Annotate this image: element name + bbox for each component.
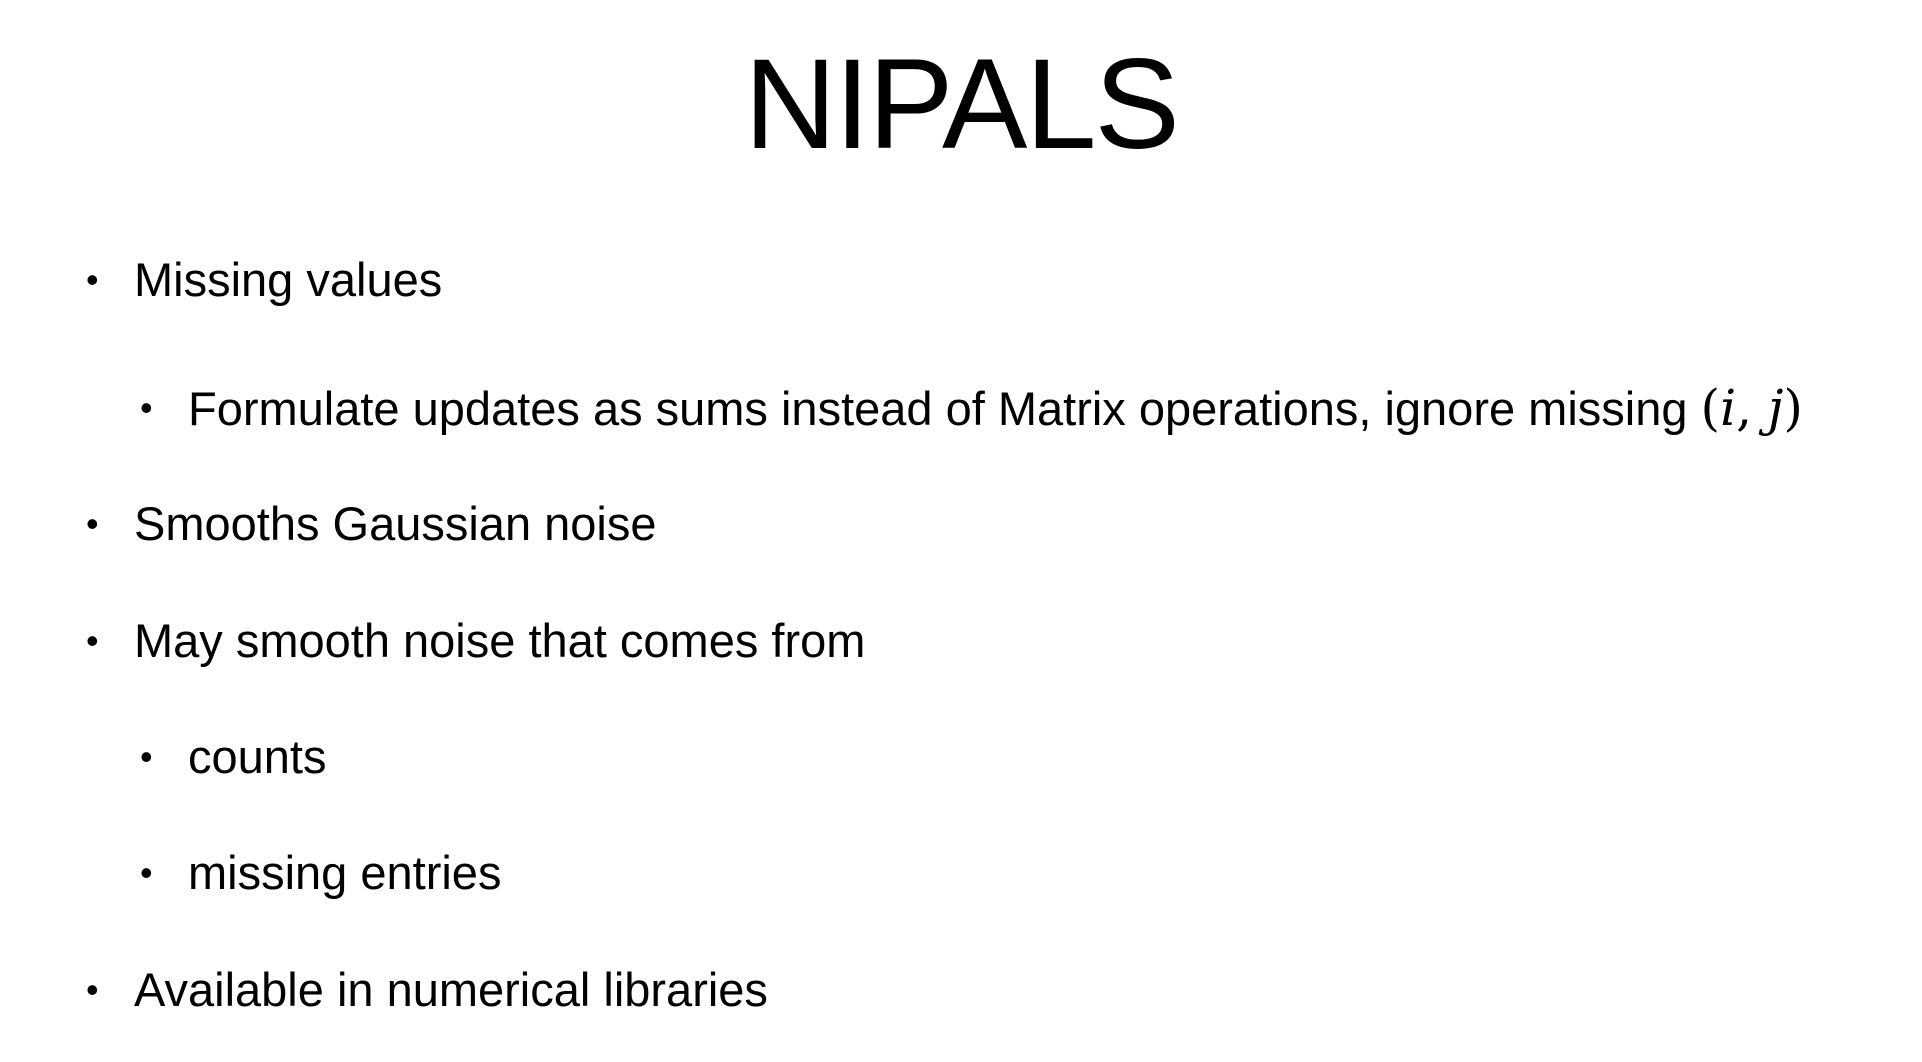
math-var-i: i (1720, 379, 1737, 437)
bullet-item: • May smooth noise that comes from (86, 611, 866, 671)
slide-title: NIPALS (744, 33, 1180, 176)
sub-bullet-item: • counts (140, 727, 327, 787)
sub-bullet-item: • Formulate updates as sums instead of M… (140, 378, 1803, 439)
bullet-text: Smooths Gaussian noise (134, 497, 657, 550)
math-open-paren: ( (1700, 379, 1721, 437)
bullet-text: Available in numerical libraries (134, 963, 768, 1016)
bullet-text: Formulate updates as sums instead of Mat… (188, 382, 1701, 435)
bullet-icon: • (86, 969, 99, 1010)
bullet-item: • Available in numerical libraries (86, 960, 768, 1020)
bullet-icon: • (140, 736, 153, 777)
sub-bullet-item: • missing entries (140, 843, 502, 903)
bullet-icon: • (86, 503, 99, 544)
bullet-text: May smooth noise that comes from (134, 614, 866, 667)
bullet-icon: • (86, 620, 99, 661)
math-var-j: j (1767, 379, 1784, 437)
math-expression: (i, j) (1701, 379, 1803, 437)
math-separator: , (1736, 379, 1768, 437)
slide: NIPALS • Missing values • Formulate upda… (0, 0, 1922, 1062)
bullet-icon: • (86, 259, 99, 300)
bullet-icon: • (140, 387, 153, 428)
bullet-item: • Smooths Gaussian noise (86, 494, 657, 554)
bullet-text: missing entries (188, 846, 502, 899)
bullet-text: Missing values (134, 253, 443, 306)
bullet-icon: • (140, 852, 153, 893)
bullet-text: counts (188, 730, 327, 783)
math-close-paren: ) (1783, 379, 1803, 437)
bullet-item: • Missing values (86, 250, 443, 310)
